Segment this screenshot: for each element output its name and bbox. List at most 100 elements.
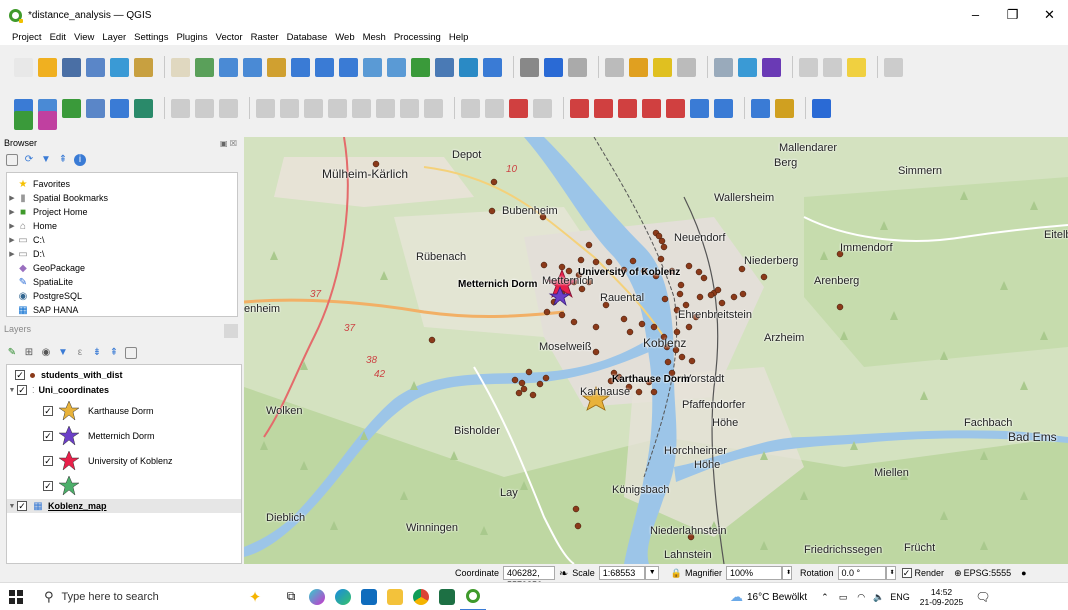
close-button[interactable]: ✕	[1031, 0, 1068, 30]
expand-arrow-icon[interactable]: ▶	[7, 194, 17, 202]
toolbar-tool-icon[interactable]	[461, 98, 480, 118]
collapse-icon[interactable]: ⇞	[108, 347, 120, 359]
student-point[interactable]	[490, 178, 498, 186]
student-point[interactable]	[540, 261, 548, 269]
expression-filter-icon[interactable]: ε	[74, 347, 86, 359]
toolbar-tool-icon[interactable]	[509, 98, 528, 118]
layer-students-checkbox[interactable]: ✓	[15, 370, 25, 380]
toolbar-tool-icon[interactable]	[799, 57, 818, 77]
toolbar-tool-icon[interactable]	[677, 57, 696, 77]
toolbar-tool-icon[interactable]	[629, 57, 648, 77]
toolbar-tool-icon[interactable]	[690, 98, 709, 118]
student-point[interactable]	[657, 255, 665, 263]
student-point[interactable]	[730, 293, 738, 301]
toolbar-tool-icon[interactable]	[328, 98, 347, 118]
uni-symbol-item[interactable]: ✓	[43, 473, 173, 498]
menu-raster[interactable]: Raster	[251, 32, 279, 43]
student-point[interactable]	[620, 315, 628, 323]
layer-koblenz-checkbox[interactable]: ✓	[17, 501, 27, 511]
student-point[interactable]	[635, 388, 643, 396]
student-point[interactable]	[565, 267, 573, 275]
toolbar-tool-icon[interactable]	[435, 57, 454, 77]
student-point[interactable]	[661, 295, 669, 303]
toolbar-tool-icon[interactable]	[304, 98, 323, 118]
student-point[interactable]	[570, 318, 578, 326]
toolbar-tool-icon[interactable]	[267, 57, 286, 77]
student-point[interactable]	[574, 522, 582, 530]
student-point[interactable]	[714, 286, 722, 294]
collapse-arrow-icon[interactable]: ▼	[7, 503, 17, 510]
toolbar-tool-icon[interactable]	[110, 98, 129, 118]
expand-arrow-icon[interactable]: ▶	[7, 208, 17, 216]
collapse-arrow-icon[interactable]: ▼	[7, 387, 17, 394]
student-point[interactable]	[592, 348, 600, 356]
toolbar-tool-icon[interactable]	[884, 57, 903, 77]
layer-students[interactable]: ✓ students_with_dist	[15, 370, 123, 380]
toolbar-tool-icon[interactable]	[714, 98, 733, 118]
menu-project[interactable]: Project	[12, 32, 42, 43]
student-point[interactable]	[650, 388, 658, 396]
student-point[interactable]	[558, 311, 566, 319]
menu-edit[interactable]: Edit	[50, 32, 66, 43]
battery-icon[interactable]: ▭	[839, 592, 848, 603]
minimize-button[interactable]: –	[957, 0, 994, 30]
student-point[interactable]	[685, 323, 693, 331]
uni-symbol-item[interactable]: ✓ University of Koblenz	[43, 448, 173, 473]
student-point[interactable]	[677, 281, 685, 289]
map-canvas[interactable]: Mülheim-Kärlich Depot Mallendarer Berg Simme…	[244, 137, 1068, 564]
student-point[interactable]	[511, 376, 519, 384]
student-point[interactable]	[760, 273, 768, 281]
student-point[interactable]	[673, 328, 681, 336]
student-point[interactable]	[543, 308, 551, 316]
toolbar-tool-icon[interactable]	[653, 57, 672, 77]
expand-arrow-icon[interactable]: ▶	[7, 250, 17, 258]
toolbar-tool-icon[interactable]	[762, 57, 781, 77]
taskbar-search-box[interactable]: ⚲ Type here to search	[32, 583, 202, 610]
wifi-icon[interactable]: ◠	[857, 592, 865, 603]
student-point[interactable]	[577, 256, 585, 264]
language-indicator[interactable]: ENG	[890, 592, 910, 602]
magnifier-input[interactable]: 100%	[726, 566, 782, 580]
chrome-icon[interactable]	[408, 583, 434, 610]
task-view-icon[interactable]: ⧉	[278, 583, 304, 610]
student-point[interactable]	[542, 374, 550, 382]
toolbar-tool-icon[interactable]	[424, 98, 443, 118]
remove-layer-icon[interactable]	[125, 347, 137, 359]
menu-plugins[interactable]: Plugins	[176, 32, 207, 43]
menu-help[interactable]: Help	[449, 32, 469, 43]
toolbar-tool-icon[interactable]	[195, 57, 214, 77]
toolbar-tool-icon[interactable]	[363, 57, 382, 77]
toolbar-tool-icon[interactable]	[618, 98, 637, 118]
student-point[interactable]	[660, 243, 668, 251]
toolbar-tool-icon[interactable]	[315, 57, 334, 77]
expand-arrow-icon[interactable]: ▶	[7, 222, 17, 230]
weather-text[interactable]: 16°C Bewölkt	[747, 592, 807, 603]
rotation-spinner-icon[interactable]: ⬍	[885, 566, 896, 580]
add-group-icon[interactable]: ⊞	[23, 347, 35, 359]
student-point[interactable]	[626, 328, 634, 336]
toolbar-tool-icon[interactable]	[847, 57, 866, 77]
student-point[interactable]	[695, 268, 703, 276]
filter-icon[interactable]: ▼	[40, 154, 52, 166]
toolbar-tool-icon[interactable]	[376, 98, 395, 118]
toolbar-tool-icon[interactable]	[483, 57, 502, 77]
toolbar-tool-icon[interactable]	[485, 98, 504, 118]
student-point[interactable]	[585, 241, 593, 249]
copilot-icon[interactable]	[304, 583, 330, 610]
student-point[interactable]	[650, 323, 658, 331]
rotation-input[interactable]: 0.0 °	[837, 566, 886, 580]
toolbar-tool-icon[interactable]	[594, 98, 613, 118]
toolbar-tool-icon[interactable]	[570, 98, 589, 118]
layer-koblenz-map[interactable]: ▼ ✓ ▦ Koblenz_map	[7, 499, 241, 513]
toolbar-tool-icon[interactable]	[823, 57, 842, 77]
student-point[interactable]	[638, 320, 646, 328]
browser-item[interactable]: ▶ ▭ C:\	[7, 233, 250, 247]
style-icon[interactable]: ✎	[6, 347, 18, 359]
menu-web[interactable]: Web	[335, 32, 354, 43]
toolbar-tool-icon[interactable]	[86, 98, 105, 118]
toolbar-tool-icon[interactable]	[134, 98, 153, 118]
browser-item[interactable]: ★ Favorites	[7, 177, 250, 191]
student-point[interactable]	[536, 380, 544, 388]
lock-icon[interactable]: 🔒	[671, 568, 682, 579]
student-point[interactable]	[676, 290, 684, 298]
